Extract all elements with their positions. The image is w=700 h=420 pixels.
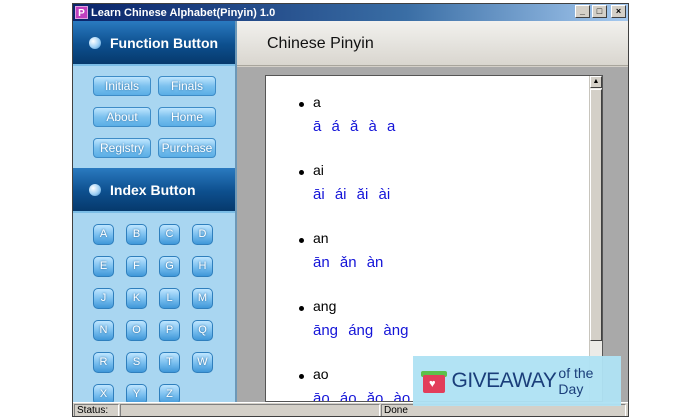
- index-button[interactable]: N: [93, 320, 114, 341]
- bullet-icon: [299, 170, 304, 175]
- scroll-up-arrow-icon[interactable]: ▲: [590, 76, 602, 88]
- index-button[interactable]: L: [159, 288, 180, 309]
- index-button[interactable]: C: [159, 224, 180, 245]
- window-controls: _ □ ×: [575, 5, 626, 18]
- status-cell-main: [120, 404, 380, 416]
- function-header-label: Function Button: [110, 34, 219, 51]
- content-header: Chinese Pinyin: [237, 21, 628, 66]
- initials-button[interactable]: Initials: [93, 76, 151, 96]
- tone-variants[interactable]: āng áng àng: [313, 322, 408, 339]
- gift-box-icon: ♥: [421, 367, 447, 395]
- index-button[interactable]: P: [159, 320, 180, 341]
- index-button[interactable]: E: [93, 256, 114, 277]
- bullet-icon: [299, 238, 304, 243]
- tone-variants[interactable]: āi ái ǎi ài: [313, 186, 390, 203]
- tone-variants[interactable]: ā á ǎ à a: [313, 118, 395, 135]
- app-window: P Learn Chinese Alphabet(Pinyin) 1.0 _ □…: [72, 3, 629, 417]
- index-button[interactable]: B: [126, 224, 147, 245]
- index-header-label: Index Button: [110, 181, 196, 198]
- home-button[interactable]: Home: [158, 107, 216, 127]
- index-button[interactable]: Q: [192, 320, 213, 341]
- function-button-header: Function Button: [73, 21, 235, 66]
- tone-variants[interactable]: āo áo ǎo ào: [313, 390, 410, 401]
- bullet-icon: [299, 374, 304, 379]
- page-title: Chinese Pinyin: [267, 35, 374, 52]
- syllable: an: [313, 230, 329, 246]
- index-button[interactable]: W: [192, 352, 213, 373]
- syllable: ai: [313, 162, 324, 178]
- index-button[interactable]: A: [93, 224, 114, 245]
- bullet-icon: [299, 306, 304, 311]
- title-bar[interactable]: P Learn Chinese Alphabet(Pinyin) 1.0 _ □…: [73, 4, 628, 21]
- app-icon: P: [75, 6, 88, 19]
- syllable: ang: [313, 298, 337, 314]
- registry-button[interactable]: Registry: [93, 138, 151, 158]
- tone-variants[interactable]: ān ǎn àn: [313, 254, 383, 271]
- index-button[interactable]: S: [126, 352, 147, 373]
- index-button[interactable]: D: [192, 224, 213, 245]
- content-well: ▲ a ā á ǎ à a ai āi ái ǎi ài an ān ǎn àn ang ān…: [237, 67, 628, 402]
- giveaway-watermark: ♥ GIVEAWAY of the Day: [413, 356, 621, 406]
- index-button[interactable]: H: [192, 256, 213, 277]
- orb-icon: [89, 183, 101, 196]
- index-button[interactable]: K: [126, 288, 147, 309]
- status-label: Status:: [74, 404, 119, 416]
- index-button[interactable]: M: [192, 288, 213, 309]
- vertical-scrollbar[interactable]: ▲: [589, 76, 602, 401]
- index-button-header: Index Button: [73, 168, 235, 213]
- bullet-icon: [299, 102, 304, 107]
- pinyin-list: ▲ a ā á ǎ à a ai āi ái ǎi ài an ān ǎn àn ang ān…: [265, 75, 603, 402]
- index-button[interactable]: G: [159, 256, 180, 277]
- about-button[interactable]: About: [93, 107, 151, 127]
- purchase-button[interactable]: Purchase: [158, 138, 216, 158]
- index-button[interactable]: J: [93, 288, 114, 309]
- index-button[interactable]: F: [126, 256, 147, 277]
- index-button-grid: ABCDEFGHJKLMNOPQRSTWXYZ: [93, 224, 217, 405]
- syllable: ao: [313, 366, 329, 382]
- watermark-main-text: GIVEAWAY: [451, 369, 557, 392]
- close-button[interactable]: ×: [611, 5, 626, 18]
- scroll-thumb[interactable]: [590, 89, 602, 341]
- minimize-button[interactable]: _: [575, 5, 590, 18]
- function-button-grid: Initials Finals About Home Registry Purc…: [93, 76, 217, 158]
- window-title: Learn Chinese Alphabet(Pinyin) 1.0: [91, 6, 276, 19]
- index-button[interactable]: O: [126, 320, 147, 341]
- syllable: a: [313, 94, 321, 110]
- finals-button[interactable]: Finals: [158, 76, 216, 96]
- sidebar: Function Button Initials Finals About Ho…: [73, 21, 237, 405]
- index-button[interactable]: T: [159, 352, 180, 373]
- watermark-sub-text: of the Day: [558, 365, 594, 397]
- maximize-button[interactable]: □: [592, 5, 607, 18]
- index-button[interactable]: R: [93, 352, 114, 373]
- orb-icon: [89, 36, 101, 49]
